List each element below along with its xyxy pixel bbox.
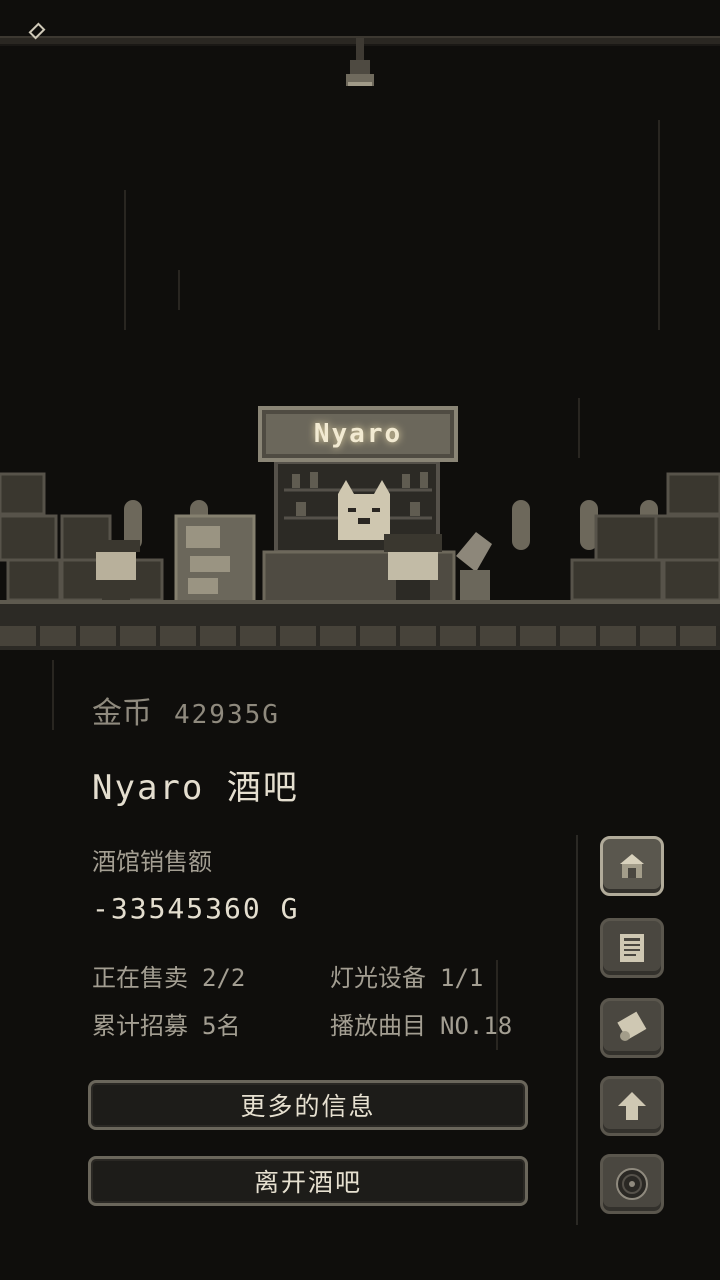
shop-sign: Nyaro xyxy=(258,406,458,462)
leave-bar-button[interactable]: 离开酒吧 xyxy=(88,1156,528,1206)
ring-icon[interactable] xyxy=(28,22,46,40)
stat-label: 灯光设备 xyxy=(330,964,426,992)
stat-value: 5名 xyxy=(202,1012,241,1040)
bar-stall-icon xyxy=(620,854,644,878)
stat-label: 累计招募 xyxy=(92,1012,188,1040)
rain-streak xyxy=(124,190,126,330)
floor-bricks xyxy=(0,626,720,646)
stat-on-sale: 正在售卖 2/2 xyxy=(92,958,245,993)
bar-name: Nyaro 酒吧 xyxy=(92,768,299,808)
vinyl-record-icon xyxy=(616,1168,648,1200)
stat-lighting: 灯光设备 1/1 xyxy=(330,958,483,993)
gold-label: 金币 xyxy=(92,696,152,731)
shop-sign-text: Nyaro xyxy=(313,419,403,449)
sales-value: -33545360 G xyxy=(92,892,300,925)
scroll-icon xyxy=(617,1011,647,1041)
gold-value: 42935G xyxy=(174,700,280,730)
gold-row: 金币 42935G xyxy=(92,688,280,732)
rain-streak xyxy=(658,120,660,330)
side-button-music[interactable] xyxy=(600,1154,664,1214)
bar-scene xyxy=(0,460,720,604)
sales-label: 酒馆销售额 xyxy=(92,848,212,876)
rain-streak xyxy=(178,270,180,310)
rain-streak xyxy=(52,660,54,730)
stat-label: 播放曲目 xyxy=(330,1012,426,1040)
stat-label: 正在售卖 xyxy=(92,964,188,992)
rain-streak xyxy=(578,398,580,458)
stat-value: 1/1 xyxy=(440,964,484,992)
stat-track: 播放曲目 NO.18 xyxy=(330,1006,512,1041)
arrow-up-icon xyxy=(618,1092,646,1120)
side-button-bar-stall[interactable] xyxy=(600,836,664,896)
side-button-upgrade[interactable] xyxy=(600,1076,664,1136)
side-button-scroll[interactable] xyxy=(600,998,664,1058)
newspaper-icon xyxy=(620,934,644,962)
stat-value: 2/2 xyxy=(202,964,246,992)
side-button-newspaper[interactable] xyxy=(600,918,664,978)
stat-value: NO.18 xyxy=(440,1012,513,1040)
stat-recruited: 累计招募 5名 xyxy=(92,1006,240,1041)
panel-divider xyxy=(576,835,578,1225)
more-info-button[interactable]: 更多的信息 xyxy=(88,1080,528,1130)
ceiling-lamp-icon xyxy=(346,38,374,86)
